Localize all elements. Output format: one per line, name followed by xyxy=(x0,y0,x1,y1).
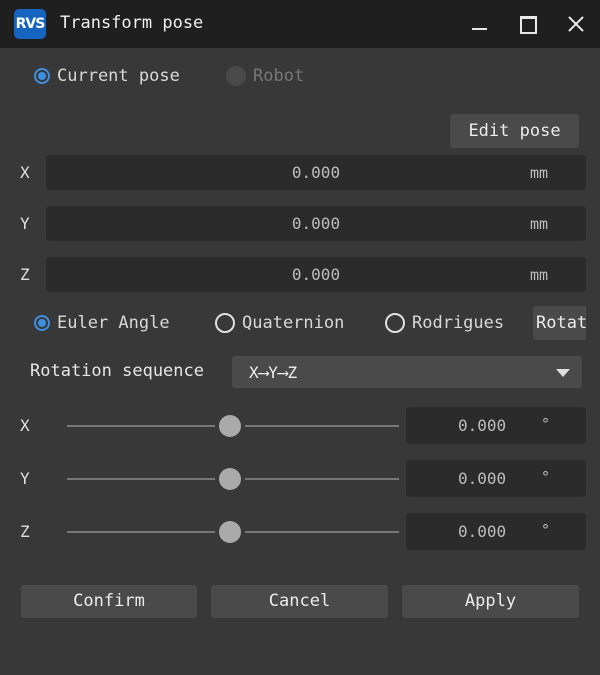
radio-label: Rodrigues xyxy=(412,313,505,333)
field-value: 0.000 xyxy=(291,214,341,233)
radio-current-pose[interactable]: Current pose xyxy=(34,66,180,86)
axis-label-z: Z xyxy=(20,265,30,284)
radio-quaternion[interactable]: Quaternion xyxy=(215,313,344,333)
radio-robot: Robot xyxy=(226,66,304,86)
radio-label: Current pose xyxy=(57,66,180,86)
radio-euler-angle[interactable]: Euler Angle xyxy=(34,313,170,333)
unit-label: mm xyxy=(530,164,549,182)
window-title: Transform pose xyxy=(60,13,204,33)
rotation-y-slider[interactable] xyxy=(67,468,399,490)
field-value: 0.000 xyxy=(458,522,507,541)
unit-label: mm xyxy=(530,215,549,233)
translation-z-field[interactable]: 0.000 mm xyxy=(46,257,586,292)
maximize-icon[interactable] xyxy=(516,12,540,36)
radio-indicator xyxy=(215,313,235,333)
rotation-x-field[interactable]: 0.000 ° xyxy=(406,407,586,444)
edit-pose-button[interactable]: Edit pose xyxy=(450,114,579,148)
rotation-axis-label-z: Z xyxy=(20,522,30,541)
slider-handle[interactable] xyxy=(219,468,241,490)
radio-indicator xyxy=(34,315,50,331)
apply-button[interactable]: Apply xyxy=(402,585,579,618)
rotation-y-field[interactable]: 0.000 ° xyxy=(406,460,586,497)
radio-rodrigues[interactable]: Rodrigues xyxy=(385,313,504,333)
dropdown-value: X⟶Y⟶Z xyxy=(249,363,298,382)
field-value: 0.000 xyxy=(458,469,507,488)
radio-indicator xyxy=(34,68,50,84)
rotation-sequence-label: Rotation sequence xyxy=(30,361,204,381)
cancel-button[interactable]: Cancel xyxy=(211,585,388,618)
title-bar: RVS Transform pose xyxy=(0,0,600,48)
field-value: 0.000 xyxy=(458,416,507,435)
rotation-sequence-dropdown[interactable]: X⟶Y⟶Z xyxy=(232,356,582,388)
rotation-x-slider[interactable] xyxy=(67,415,399,437)
chevron-down-icon xyxy=(556,369,570,377)
axis-label-y: Y xyxy=(20,214,30,233)
translation-y-field[interactable]: 0.000 mm xyxy=(46,206,586,241)
rotation-axis-label-x: X xyxy=(20,416,30,435)
axis-label-x: X xyxy=(20,163,30,182)
translation-x-field[interactable]: 0.000 mm xyxy=(46,155,586,190)
confirm-button[interactable]: Confirm xyxy=(21,585,197,618)
app-logo-icon: RVS xyxy=(14,9,46,39)
tab-label: Rotat xyxy=(536,313,586,333)
radio-label: Robot xyxy=(253,66,305,86)
degree-unit: ° xyxy=(541,415,551,433)
field-value: 0.000 xyxy=(291,163,341,182)
radio-indicator xyxy=(385,313,405,333)
rotation-z-field[interactable]: 0.000 ° xyxy=(406,513,586,550)
unit-label: mm xyxy=(530,266,549,284)
degree-unit: ° xyxy=(541,468,551,486)
radio-indicator xyxy=(226,66,246,86)
rotation-z-slider[interactable] xyxy=(67,521,399,543)
rotation-matrix-tab[interactable]: Rotat xyxy=(533,306,586,340)
slider-handle[interactable] xyxy=(219,415,241,437)
minimize-icon[interactable] xyxy=(468,12,492,36)
radio-label: Quaternion xyxy=(242,313,345,333)
degree-unit: ° xyxy=(541,521,551,539)
slider-handle[interactable] xyxy=(219,521,241,543)
close-icon[interactable] xyxy=(564,12,588,36)
field-value: 0.000 xyxy=(291,265,341,284)
rotation-axis-label-y: Y xyxy=(20,469,30,488)
radio-label: Euler Angle xyxy=(57,313,170,333)
